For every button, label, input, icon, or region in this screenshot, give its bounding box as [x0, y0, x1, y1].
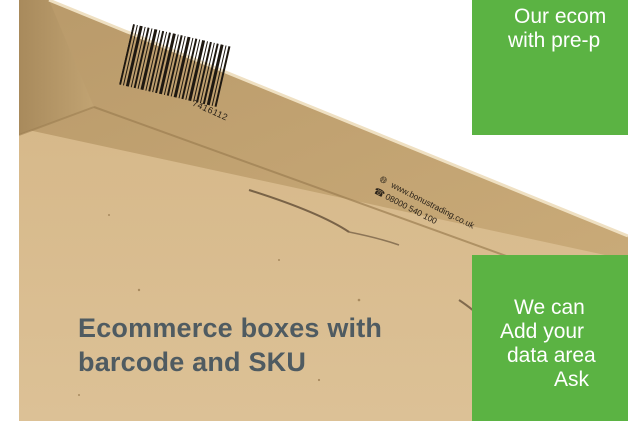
green-top-line-1: Our ecom — [514, 5, 607, 28]
headline-line-1: Ecommerce boxes with — [78, 313, 383, 343]
green-bottom-line-3: data area — [507, 344, 596, 367]
green-info-panel-bottom: We can Add your data area Ask — [472, 255, 628, 421]
green-bottom-text: We can Add your data area Ask — [500, 296, 596, 392]
green-info-panel-top: Our ecom with pre-p — [472, 0, 628, 135]
product-promo-page: 7416112 🌐︎ www.bonustrading.co.uk ☎ 0800… — [0, 0, 628, 421]
phone-icon: ☎ — [372, 185, 387, 200]
page-headline: Ecommerce boxes with barcode and SKU — [78, 311, 408, 379]
green-top-text: Our ecom with pre-p — [508, 5, 607, 53]
green-bottom-line-4: Ask — [554, 368, 590, 391]
headline-line-2: barcode and SKU — [78, 347, 307, 377]
green-bottom-line-1: We can — [514, 296, 585, 319]
green-top-line-2: with pre-p — [508, 29, 601, 52]
green-bottom-line-2: Add your — [500, 320, 585, 343]
